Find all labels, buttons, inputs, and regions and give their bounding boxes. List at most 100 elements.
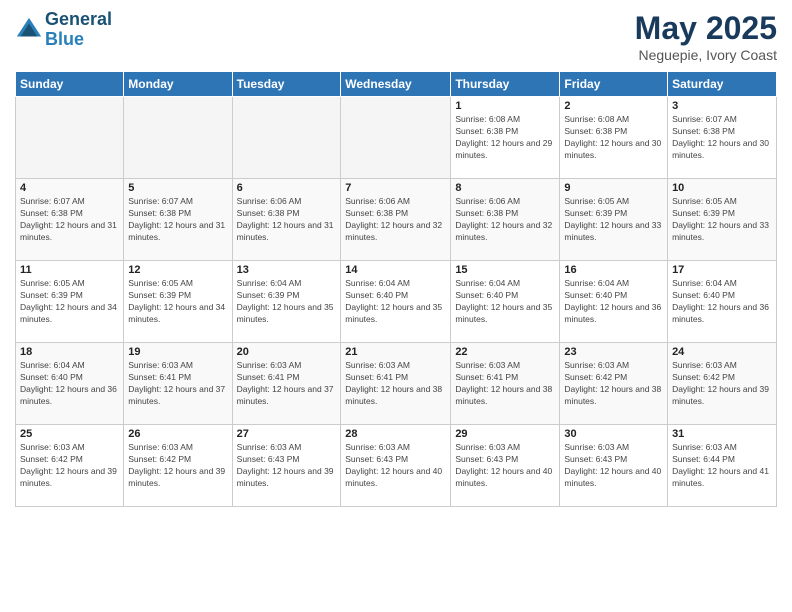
calendar-cell: 23 Sunrise: 6:03 AM Sunset: 6:42 PM Dayli… (560, 343, 668, 425)
day-number: 24 (672, 346, 772, 358)
day-number: 12 (128, 264, 227, 276)
day-number: 3 (672, 100, 772, 112)
day-number: 17 (672, 264, 772, 276)
day-info: Sunrise: 6:03 AM Sunset: 6:41 PM Dayligh… (237, 360, 337, 408)
day-info: Sunrise: 6:04 AM Sunset: 6:40 PM Dayligh… (672, 278, 772, 326)
day-number: 29 (455, 428, 555, 440)
day-info: Sunrise: 6:03 AM Sunset: 6:41 PM Dayligh… (128, 360, 227, 408)
calendar-cell: 19 Sunrise: 6:03 AM Sunset: 6:41 PM Dayli… (124, 343, 232, 425)
day-info: Sunrise: 6:07 AM Sunset: 6:38 PM Dayligh… (128, 196, 227, 244)
day-info: Sunrise: 6:03 AM Sunset: 6:43 PM Dayligh… (237, 442, 337, 490)
day-number: 20 (237, 346, 337, 358)
day-info: Sunrise: 6:03 AM Sunset: 6:43 PM Dayligh… (455, 442, 555, 490)
day-info: Sunrise: 6:06 AM Sunset: 6:38 PM Dayligh… (237, 196, 337, 244)
col-tuesday: Tuesday (232, 72, 341, 97)
day-info: Sunrise: 6:05 AM Sunset: 6:39 PM Dayligh… (564, 196, 663, 244)
calendar-header: Sunday Monday Tuesday Wednesday Thursday… (16, 72, 777, 97)
day-info: Sunrise: 6:04 AM Sunset: 6:39 PM Dayligh… (237, 278, 337, 326)
day-number: 19 (128, 346, 227, 358)
title-area: May 2025 Neguepie, Ivory Coast (635, 10, 777, 63)
header: General Blue May 2025 Neguepie, Ivory Co… (15, 10, 777, 63)
day-info: Sunrise: 6:07 AM Sunset: 6:38 PM Dayligh… (672, 114, 772, 162)
day-number: 26 (128, 428, 227, 440)
day-number: 8 (455, 182, 555, 194)
day-info: Sunrise: 6:04 AM Sunset: 6:40 PM Dayligh… (564, 278, 663, 326)
calendar-cell: 14Sunrise: 6:04 AM Sunset: 6:40 PM Dayli… (341, 261, 451, 343)
subtitle: Neguepie, Ivory Coast (635, 47, 777, 63)
logo-text: General Blue (45, 10, 112, 50)
day-info: Sunrise: 6:03 AM Sunset: 6:43 PM Dayligh… (345, 442, 446, 490)
calendar-cell: 17 Sunrise: 6:04 AM Sunset: 6:40 PM Dayli… (668, 261, 777, 343)
day-info: Sunrise: 6:07 AM Sunset: 6:38 PM Dayligh… (20, 196, 119, 244)
weekday-header-row: Sunday Monday Tuesday Wednesday Thursday… (16, 72, 777, 97)
col-sunday: Sunday (16, 72, 124, 97)
main-title: May 2025 (635, 10, 777, 47)
day-info: Sunrise: 6:06 AM Sunset: 6:38 PM Dayligh… (455, 196, 555, 244)
day-number: 28 (345, 428, 446, 440)
calendar-cell: 5 Sunrise: 6:07 AM Sunset: 6:38 PM Daylig… (124, 179, 232, 261)
calendar-cell: 26Sunrise: 6:03 AM Sunset: 6:42 PM Dayli… (124, 425, 232, 507)
calendar-week-3: 11 Sunrise: 6:05 AM Sunset: 6:39 PM Dayli… (16, 261, 777, 343)
day-info: Sunrise: 6:03 AM Sunset: 6:43 PM Dayligh… (564, 442, 663, 490)
day-info: Sunrise: 6:03 AM Sunset: 6:42 PM Dayligh… (20, 442, 119, 490)
calendar-cell: 24 Sunrise: 6:03 AM Sunset: 6:42 PM Dayli… (668, 343, 777, 425)
calendar-week-1: 1 Sunrise: 6:08 AM Sunset: 6:38 PM Daylig… (16, 97, 777, 179)
day-number: 30 (564, 428, 663, 440)
logo: General Blue (15, 10, 112, 50)
day-info: Sunrise: 6:04 AM Sunset: 6:40 PM Dayligh… (345, 278, 446, 326)
calendar-cell: 10Sunrise: 6:05 AM Sunset: 6:39 PM Dayli… (668, 179, 777, 261)
calendar-cell: 21Sunrise: 6:03 AM Sunset: 6:41 PM Dayli… (341, 343, 451, 425)
calendar-cell: 31 Sunrise: 6:03 AM Sunset: 6:44 PM Dayli… (668, 425, 777, 507)
calendar-cell: 7Sunrise: 6:06 AM Sunset: 6:38 PM Daylig… (341, 179, 451, 261)
day-number: 6 (237, 182, 337, 194)
day-number: 22 (455, 346, 555, 358)
calendar-cell: 8 Sunrise: 6:06 AM Sunset: 6:38 PM Daylig… (451, 179, 560, 261)
day-info: Sunrise: 6:03 AM Sunset: 6:42 PM Dayligh… (564, 360, 663, 408)
calendar: Sunday Monday Tuesday Wednesday Thursday… (15, 71, 777, 507)
day-info: Sunrise: 6:05 AM Sunset: 6:39 PM Dayligh… (128, 278, 227, 326)
calendar-cell (16, 97, 124, 179)
day-info: Sunrise: 6:03 AM Sunset: 6:41 PM Dayligh… (455, 360, 555, 408)
calendar-cell: 16Sunrise: 6:04 AM Sunset: 6:40 PM Dayli… (560, 261, 668, 343)
day-number: 18 (20, 346, 119, 358)
logo-line2: Blue (45, 30, 112, 50)
calendar-cell: 30 Sunrise: 6:03 AM Sunset: 6:43 PM Dayli… (560, 425, 668, 507)
day-info: Sunrise: 6:05 AM Sunset: 6:39 PM Dayligh… (672, 196, 772, 244)
day-info: Sunrise: 6:04 AM Sunset: 6:40 PM Dayligh… (455, 278, 555, 326)
day-number: 2 (564, 100, 663, 112)
day-number: 15 (455, 264, 555, 276)
calendar-week-4: 18Sunrise: 6:04 AM Sunset: 6:40 PM Dayli… (16, 343, 777, 425)
logo-icon (15, 16, 43, 44)
day-number: 5 (128, 182, 227, 194)
calendar-cell: 20 Sunrise: 6:03 AM Sunset: 6:41 PM Dayli… (232, 343, 341, 425)
day-number: 11 (20, 264, 119, 276)
day-info: Sunrise: 6:03 AM Sunset: 6:44 PM Dayligh… (672, 442, 772, 490)
day-number: 4 (20, 182, 119, 194)
logo-line1: General (45, 10, 112, 30)
calendar-cell: 4 Sunrise: 6:07 AM Sunset: 6:38 PM Daylig… (16, 179, 124, 261)
col-monday: Monday (124, 72, 232, 97)
calendar-cell: 22 Sunrise: 6:03 AM Sunset: 6:41 PM Dayli… (451, 343, 560, 425)
calendar-week-2: 4 Sunrise: 6:07 AM Sunset: 6:38 PM Daylig… (16, 179, 777, 261)
calendar-cell: 11Sunrise: 6:05 AM Sunset: 6:39 PM Dayli… (16, 261, 124, 343)
calendar-week-5: 25 Sunrise: 6:03 AM Sunset: 6:42 PM Dayli… (16, 425, 777, 507)
day-number: 31 (672, 428, 772, 440)
calendar-body: 1 Sunrise: 6:08 AM Sunset: 6:38 PM Daylig… (16, 97, 777, 507)
day-number: 21 (345, 346, 446, 358)
page: General Blue May 2025 Neguepie, Ivory Co… (0, 0, 792, 612)
calendar-cell (341, 97, 451, 179)
day-number: 1 (455, 100, 555, 112)
calendar-cell: 27Sunrise: 6:03 AM Sunset: 6:43 PM Dayli… (232, 425, 341, 507)
calendar-cell: 15 Sunrise: 6:04 AM Sunset: 6:40 PM Dayli… (451, 261, 560, 343)
day-number: 9 (564, 182, 663, 194)
day-number: 13 (237, 264, 337, 276)
col-wednesday: Wednesday (341, 72, 451, 97)
calendar-cell: 12 Sunrise: 6:05 AM Sunset: 6:39 PM Dayli… (124, 261, 232, 343)
day-info: Sunrise: 6:08 AM Sunset: 6:38 PM Dayligh… (564, 114, 663, 162)
day-number: 25 (20, 428, 119, 440)
day-info: Sunrise: 6:06 AM Sunset: 6:38 PM Dayligh… (345, 196, 446, 244)
calendar-cell (232, 97, 341, 179)
col-saturday: Saturday (668, 72, 777, 97)
day-info: Sunrise: 6:03 AM Sunset: 6:42 PM Dayligh… (672, 360, 772, 408)
day-number: 23 (564, 346, 663, 358)
